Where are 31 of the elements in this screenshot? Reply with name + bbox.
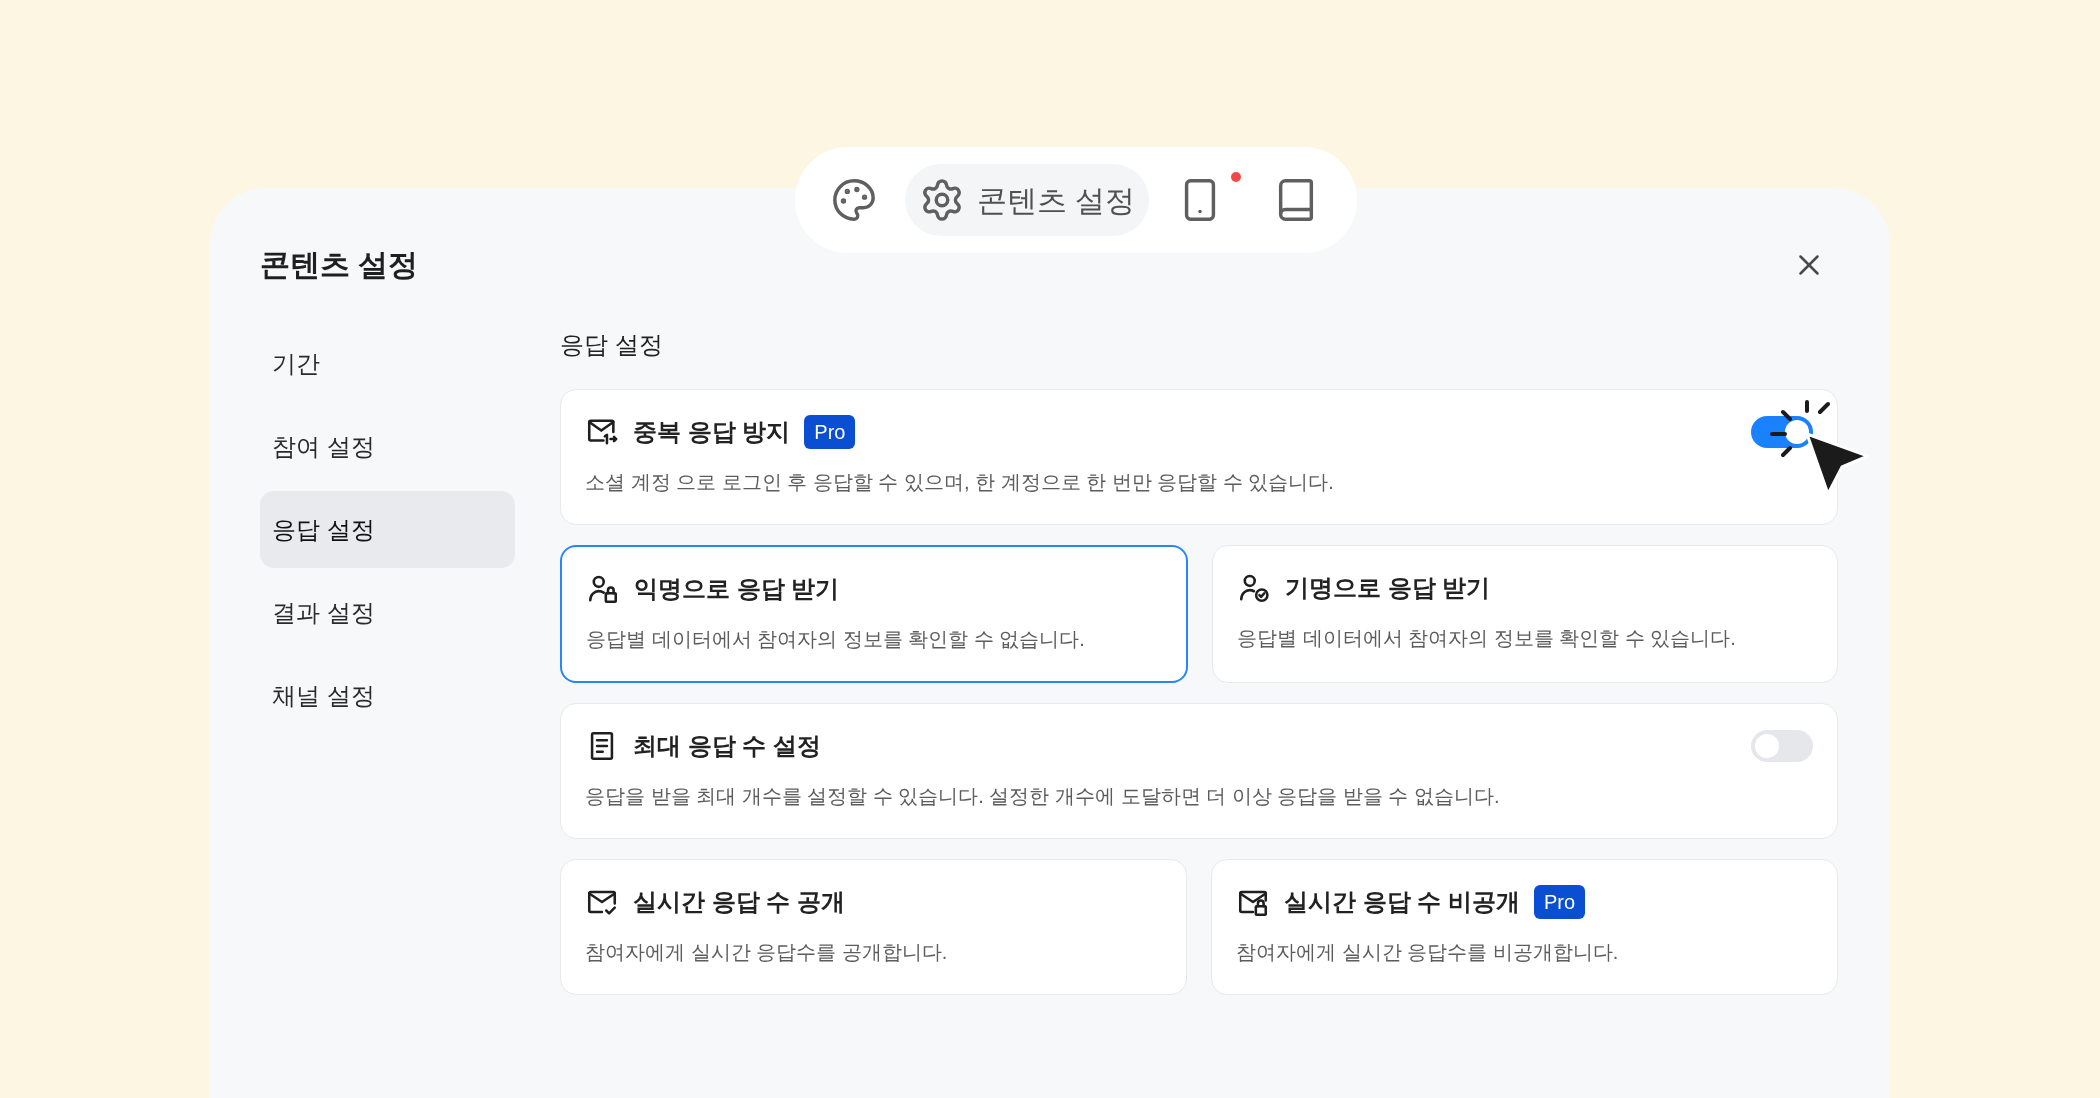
option-description: 소셜 계정 으로 로그인 후 응답할 수 있으며, 한 계정으로 한 번만 응답할 수 있습니다.: [585, 470, 1335, 495]
option-description: 응답별 데이터에서 참여자의 정보를 확인할 수 없습니다.: [586, 627, 1086, 652]
option-title: 최대 응답 수 설정: [633, 731, 821, 761]
option-card[interactable]: 익명으로 응답 받기 응답별 데이터에서 참여자의 정보를 확인할 수 없습니다.: [560, 545, 1188, 683]
panel-title: 콘텐츠 설정: [260, 247, 419, 283]
option-card[interactable]: 기명으로 응답 받기 응답별 데이터에서 참여자의 정보를 확인할 수 있습니다.: [1212, 545, 1838, 683]
sidebar-item[interactable]: 응답 설정: [260, 491, 515, 568]
pro-badge: Pro: [1534, 885, 1586, 919]
toggle-switch[interactable]: [1751, 730, 1813, 762]
sidebar-item[interactable]: 참여 설정: [260, 408, 515, 485]
option-title: 중복 응답 방지: [633, 417, 791, 447]
option-card[interactable]: 실시간 응답 수 공개 참여자에게 실시간 응답수를 공개합니다.: [560, 859, 1187, 995]
option-description: 응답을 받을 최대 개수를 설정할 수 있습니다. 설정한 개수에 도달하면 더 이상 응답을 받을 수 없습니다.: [585, 784, 1501, 809]
option-description: 응답별 데이터에서 참여자의 정보를 확인할 수 있습니다.: [1237, 626, 1737, 651]
option-title: 기명으로 응답 받기: [1285, 573, 1491, 603]
option-title: 실시간 응답 수 비공개: [1284, 887, 1520, 917]
option-card[interactable]: 중복 응답 방지 Pro 소셜 계정 으로 로그인 후 응답할 수 있으며, 한 계정으로 한 번만 응답할 수 있습니다.: [560, 389, 1838, 525]
pro-badge: Pro: [804, 415, 856, 449]
option-title: 익명으로 응답 받기: [634, 574, 840, 604]
option-card[interactable]: 실시간 응답 수 비공개 Pro 참여자에게 실시간 응답수를 비공개합니다.: [1211, 859, 1838, 995]
toggle-switch[interactable]: [1751, 416, 1813, 448]
sidebar-item[interactable]: 결과 설정: [260, 574, 515, 651]
option-card[interactable]: 최대 응답 수 설정 응답을 받을 최대 개수를 설정할 수 있습니다. 설정한 개수에 도달하면 더 이상 응답을 받을 수 없습니다.: [560, 703, 1838, 839]
option-description: 참여자에게 실시간 응답수를 비공개합니다.: [1236, 940, 1620, 965]
palette-icon: [831, 177, 877, 223]
sidebar-item[interactable]: 기간: [260, 325, 515, 402]
toolbar-button[interactable]: 콘텐츠 설정: [905, 164, 1150, 236]
sidebar-item[interactable]: 채널 설정: [260, 657, 515, 734]
option-description: 참여자에게 실시간 응답수를 공개합니다.: [585, 940, 949, 965]
section-title: 응답 설정: [560, 330, 664, 360]
option-title: 실시간 응답 수 공개: [633, 887, 845, 917]
